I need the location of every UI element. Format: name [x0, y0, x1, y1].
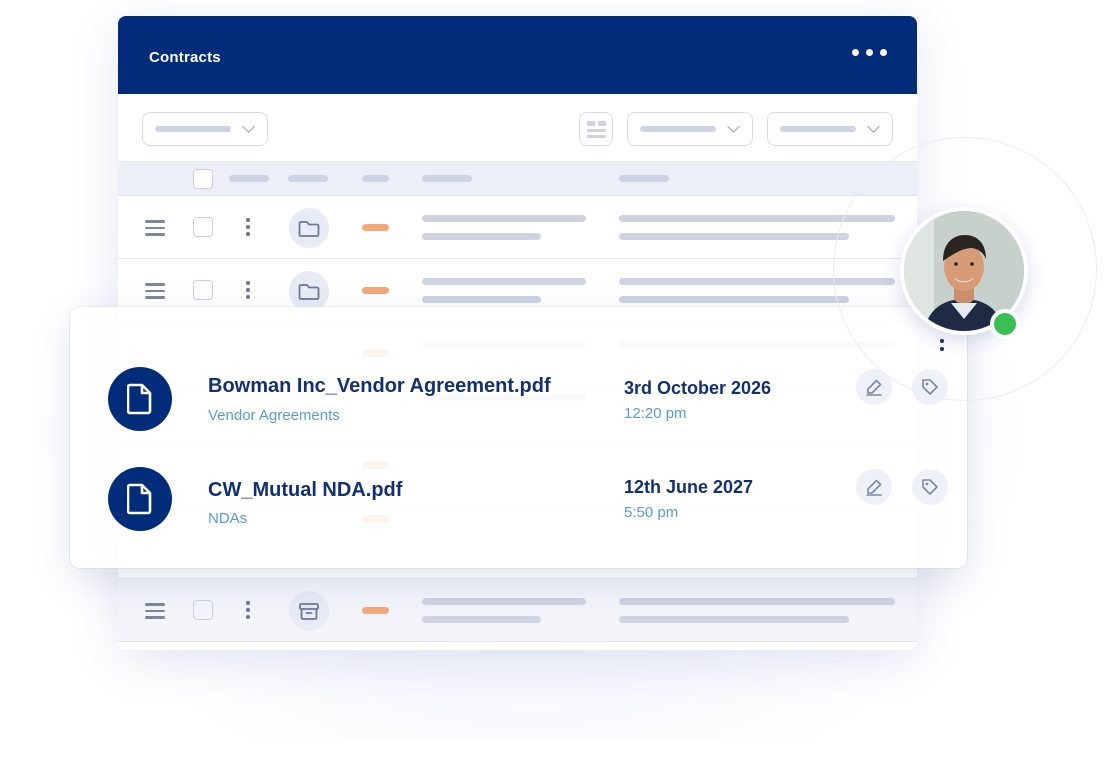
more-options-icon[interactable] [852, 49, 887, 56]
status-indicator [362, 224, 389, 231]
table-row[interactable] [118, 196, 917, 401]
filter-dropdown-right[interactable] [767, 112, 893, 146]
row-checkbox[interactable] [193, 217, 213, 237]
tag-icon[interactable] [912, 469, 948, 505]
filter-dropdown-middle[interactable] [627, 112, 753, 146]
placeholder-line [422, 598, 586, 605]
file-time: 12:20 pm [624, 405, 687, 422]
row-checkbox[interactable] [193, 600, 213, 620]
placeholder-line [619, 616, 849, 623]
archive-icon [289, 591, 329, 631]
hamburger-icon[interactable] [145, 220, 165, 240]
connector-dot [940, 339, 944, 343]
row-checkbox[interactable] [193, 280, 213, 300]
file-row[interactable]: CW_Mutual NDA.pdf NDAs 12th June 2027 5:… [70, 437, 967, 537]
file-icon [108, 467, 172, 531]
filter-dropdown-left[interactable] [142, 112, 268, 146]
grid-view-button[interactable] [579, 112, 613, 146]
chevron-down-icon [727, 120, 740, 133]
table-header [118, 162, 917, 196]
connector-dot [940, 347, 944, 351]
column-header [229, 175, 269, 182]
file-date: 3rd October 2026 [624, 378, 772, 398]
file-time: 5:50 pm [624, 504, 679, 521]
placeholder-line [422, 215, 586, 222]
status-indicator [362, 607, 389, 614]
status-indicator [362, 287, 389, 294]
file-category[interactable]: Vendor Agreements [208, 407, 340, 424]
hamburger-icon[interactable] [145, 283, 165, 303]
select-all-checkbox[interactable] [193, 169, 213, 189]
folder-icon [289, 208, 329, 248]
window-title: Contracts [149, 49, 221, 66]
column-header [288, 175, 328, 182]
more-vertical-icon[interactable] [246, 218, 250, 239]
toolbar [118, 94, 917, 162]
chevron-down-icon [867, 120, 880, 133]
table-row[interactable] [118, 579, 917, 642]
placeholder-line [619, 233, 849, 240]
file-name[interactable]: Bowman Inc_Vendor Agreement.pdf [208, 375, 551, 398]
file-name[interactable]: CW_Mutual NDA.pdf [208, 479, 402, 502]
placeholder-line [422, 616, 541, 623]
more-vertical-icon[interactable] [246, 601, 250, 622]
column-header [362, 175, 389, 182]
window-header: Contracts [118, 16, 917, 94]
file-row[interactable]: Bowman Inc_Vendor Agreement.pdf Vendor A… [70, 337, 967, 437]
chevron-down-icon [242, 120, 255, 133]
pencil-icon[interactable] [856, 469, 892, 505]
placeholder-line [422, 278, 586, 285]
folder-icon [289, 271, 329, 311]
file-date: 12th June 2027 [624, 477, 754, 497]
column-header [422, 175, 472, 182]
hamburger-icon[interactable] [145, 603, 165, 623]
placeholder-line [619, 296, 849, 303]
file-icon [108, 367, 172, 431]
more-vertical-icon[interactable] [246, 281, 250, 302]
recent-files-card: Bowman Inc_Vendor Agreement.pdf Vendor A… [70, 307, 967, 568]
placeholder-line [422, 296, 541, 303]
placeholder-line [422, 233, 541, 240]
online-status-indicator [990, 309, 1020, 339]
file-category[interactable]: NDAs [208, 510, 247, 527]
placeholder-line [619, 598, 895, 605]
column-header [619, 175, 669, 182]
